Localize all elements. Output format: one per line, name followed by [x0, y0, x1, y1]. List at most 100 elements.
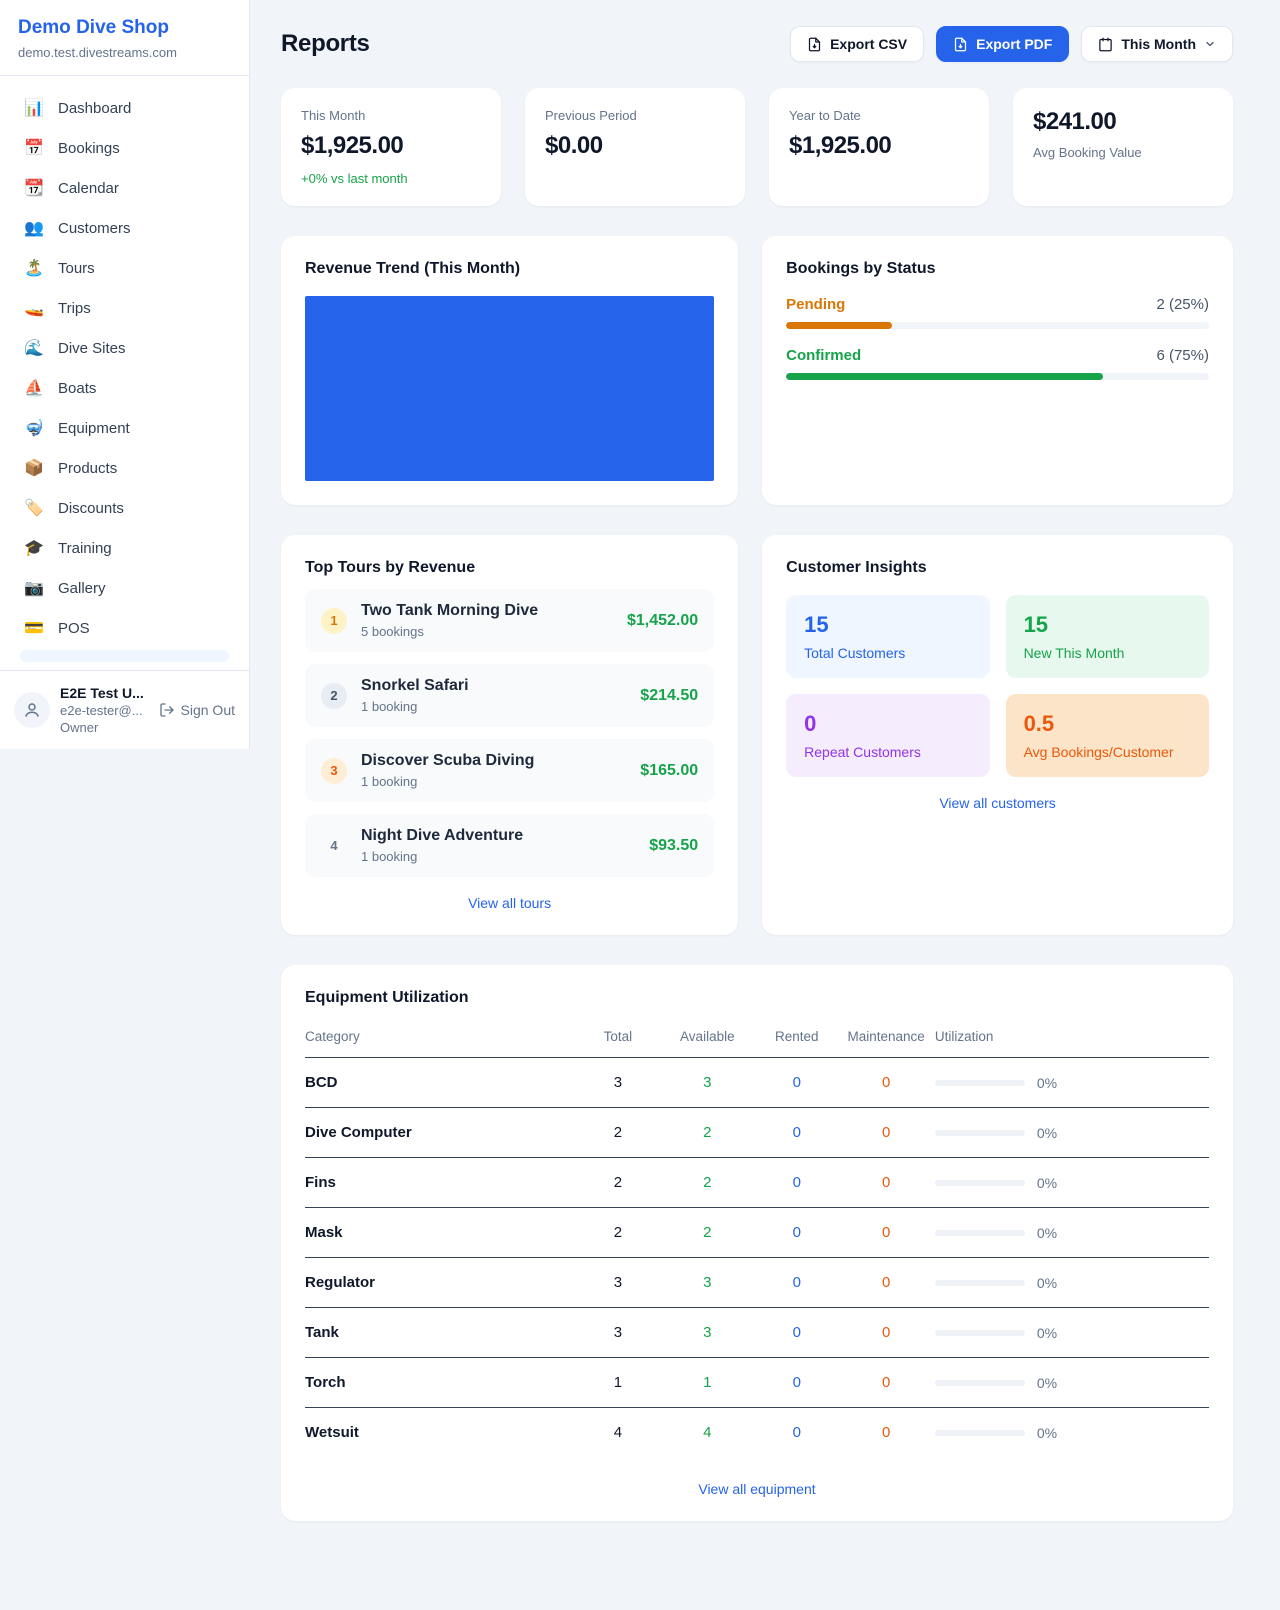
stat-card-this-month: This Month $1,925.00 +0% vs last month	[281, 88, 501, 206]
cell-maintenance: 0	[841, 1208, 930, 1258]
sidebar-item-label: Boats	[58, 380, 96, 397]
utilization-bar	[935, 1130, 1025, 1136]
cell-rented: 0	[752, 1158, 841, 1208]
sidebar-item-tours[interactable]: 🏝️ Tours	[10, 248, 239, 288]
export-pdf-button[interactable]: Export PDF	[936, 26, 1069, 62]
tile-value: 15	[804, 612, 971, 638]
utilization-bar	[935, 1330, 1025, 1336]
utilization-percent: 0%	[1037, 1275, 1057, 1291]
tour-row: 4 Night Dive Adventure 1 booking $93.50	[305, 814, 714, 877]
status-value: 2 (25%)	[1156, 296, 1209, 313]
sidebar-item-label: Bookings	[58, 140, 120, 157]
sidebar-item-discounts[interactable]: 🏷️ Discounts	[10, 488, 239, 528]
export-csv-button[interactable]: Export CSV	[790, 26, 924, 62]
tour-row: 1 Two Tank Morning Dive 5 bookings $1,45…	[305, 589, 714, 652]
sidebar-item-bookings[interactable]: 📅 Bookings	[10, 128, 239, 168]
view-all-customers-link[interactable]: View all customers	[786, 795, 1209, 811]
cell-rented: 0	[752, 1108, 841, 1158]
tour-bookings: 1 booking	[361, 774, 534, 789]
sidebar-item-trips[interactable]: 🚤 Trips	[10, 288, 239, 328]
sidebar-item-dive-sites[interactable]: 🌊 Dive Sites	[10, 328, 239, 368]
stat-label: Year to Date	[789, 108, 969, 123]
sidebar-item-calendar[interactable]: 📆 Calendar	[10, 168, 239, 208]
header-actions: Export CSV Export PDF This Month	[790, 26, 1233, 62]
sidebar-item-boats[interactable]: ⛵ Boats	[10, 368, 239, 408]
cell-maintenance: 0	[841, 1108, 930, 1158]
utilization-percent: 0%	[1037, 1425, 1057, 1441]
table-row: BCD 3 3 0 0 0%	[305, 1058, 1209, 1108]
sidebar-item-equipment[interactable]: 🤿 Equipment	[10, 408, 239, 448]
utilization-cell: 0%	[931, 1325, 1209, 1341]
calendar-date-icon: 📅	[24, 138, 44, 158]
customer-insights-title: Customer Insights	[786, 559, 1209, 577]
tile-value: 0.5	[1024, 711, 1191, 737]
sidebar-item-label: Dive Sites	[58, 340, 126, 357]
sidebar-item-gallery[interactable]: 📷 Gallery	[10, 568, 239, 608]
cell-available: 2	[663, 1158, 752, 1208]
table-row: Torch 1 1 0 0 0%	[305, 1358, 1209, 1408]
table-header-row: Category Total Available Rented Maintena…	[305, 1017, 1209, 1058]
user-panel: E2E Test U... e2e-tester@... Owner Sign …	[0, 670, 249, 749]
cell-available: 3	[663, 1258, 752, 1308]
col-category: Category	[305, 1017, 573, 1058]
sidebar-item-reports-active-partial[interactable]	[20, 650, 229, 662]
bar-chart-icon: 📊	[24, 98, 44, 118]
sidebar-item-label: Trips	[58, 300, 91, 317]
utilization-percent: 0%	[1037, 1125, 1057, 1141]
tour-amount: $1,452.00	[627, 612, 698, 630]
cell-total: 4	[573, 1408, 662, 1458]
cell-category: Mask	[305, 1208, 573, 1258]
sidebar-item-label: Discounts	[58, 500, 124, 517]
tour-bookings: 1 booking	[361, 849, 523, 864]
tour-bookings: 5 bookings	[361, 624, 538, 639]
equipment-table: Category Total Available Rented Maintena…	[305, 1017, 1209, 1457]
status-value: 6 (75%)	[1156, 347, 1209, 364]
sidebar-item-training[interactable]: 🎓 Training	[10, 528, 239, 568]
cell-maintenance: 0	[841, 1158, 930, 1208]
page-header: Reports Export CSV Export PDF This Month	[281, 26, 1233, 62]
page-title: Reports	[281, 30, 370, 58]
utilization-percent: 0%	[1037, 1375, 1057, 1391]
person-icon	[23, 701, 41, 719]
utilization-bar	[935, 1280, 1025, 1286]
sidebar-item-pos[interactable]: 💳 POS	[10, 608, 239, 648]
sidebar-item-label: Customers	[58, 220, 131, 237]
sidebar-item-dashboard[interactable]: 📊 Dashboard	[10, 88, 239, 128]
progress-fill	[786, 322, 892, 329]
cell-category: Regulator	[305, 1258, 573, 1308]
sidebar-item-label: Tours	[58, 260, 95, 277]
cell-available: 3	[663, 1058, 752, 1108]
sidebar-item-customers[interactable]: 👥 Customers	[10, 208, 239, 248]
sidebar-item-label: Calendar	[58, 180, 119, 197]
sidebar-item-products[interactable]: 📦 Products	[10, 448, 239, 488]
stat-label: Avg Booking Value	[1033, 145, 1213, 160]
cell-maintenance: 0	[841, 1408, 930, 1458]
cell-maintenance: 0	[841, 1058, 930, 1108]
stats-row: This Month $1,925.00 +0% vs last month P…	[281, 88, 1233, 206]
cell-category: Tank	[305, 1308, 573, 1358]
tour-name: Discover Scuba Diving	[361, 752, 534, 770]
tile-total-customers: 15 Total Customers	[786, 595, 989, 678]
sign-out-button[interactable]: Sign Out	[159, 702, 235, 718]
cell-total: 3	[573, 1058, 662, 1108]
status-row-pending: Pending 2 (25%)	[786, 296, 1209, 329]
stat-value: $0.00	[545, 132, 725, 160]
view-all-equipment-link[interactable]: View all equipment	[305, 1481, 1209, 1497]
tour-text: Two Tank Morning Dive 5 bookings	[361, 602, 538, 639]
export-pdf-label: Export PDF	[976, 36, 1052, 52]
progress-track	[786, 322, 1209, 329]
period-dropdown[interactable]: This Month	[1081, 26, 1233, 62]
file-icon	[953, 37, 968, 52]
col-available: Available	[663, 1017, 752, 1058]
tile-new-this-month: 15 New This Month	[1006, 595, 1209, 678]
stat-card-year-to-date: Year to Date $1,925.00	[769, 88, 989, 206]
equipment-utilization-title: Equipment Utilization	[305, 989, 1209, 1007]
tile-value: 0	[804, 711, 971, 737]
period-label: This Month	[1121, 36, 1196, 52]
cell-total: 3	[573, 1308, 662, 1358]
stat-value: $1,925.00	[789, 132, 969, 160]
speedboat-icon: 🚤	[24, 298, 44, 318]
rank-badge: 1	[321, 608, 347, 634]
diving-mask-icon: 🤿	[24, 418, 44, 438]
view-all-tours-link[interactable]: View all tours	[305, 895, 714, 911]
